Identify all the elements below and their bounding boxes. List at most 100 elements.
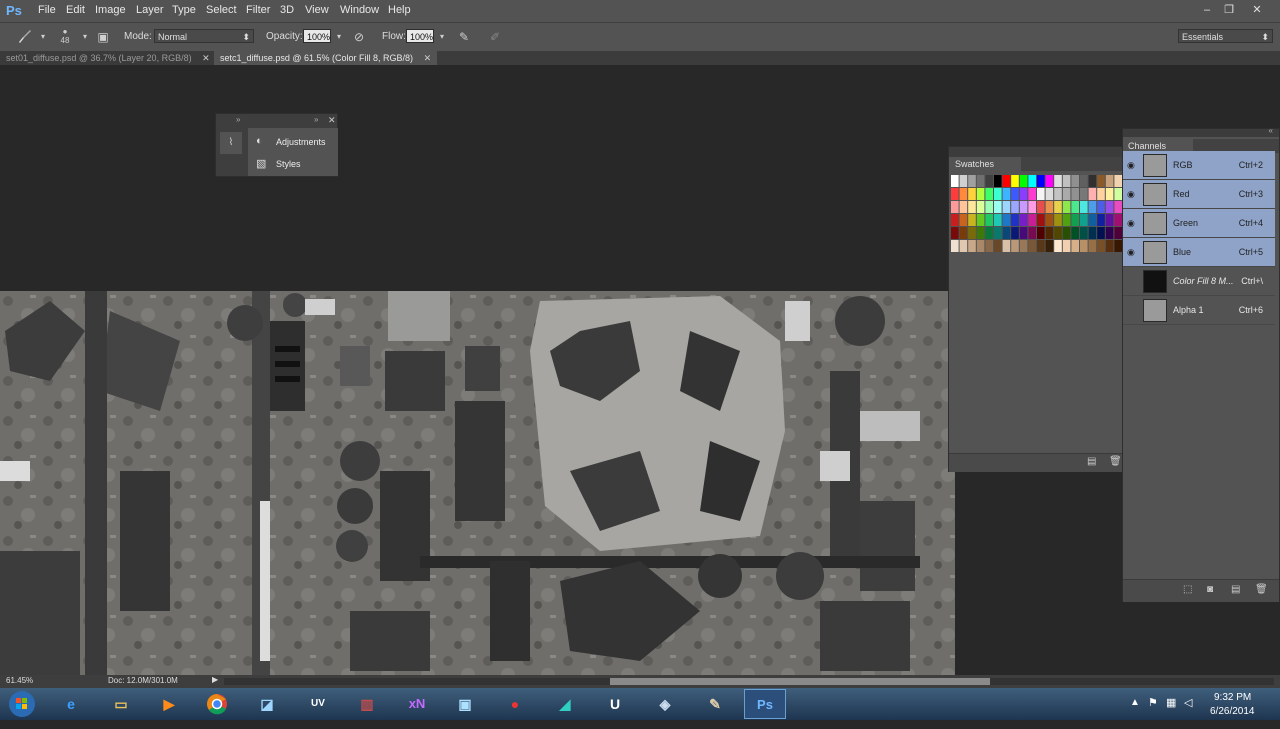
winrar-icon[interactable]: ▥ bbox=[346, 689, 388, 719]
swatch-cell[interactable] bbox=[951, 240, 959, 252]
collapse-icon[interactable]: « bbox=[1269, 126, 1273, 135]
network-icon[interactable]: ▦ bbox=[1166, 696, 1176, 709]
workspace-select[interactable]: Essentials ⬍ bbox=[1178, 29, 1273, 43]
swatch-cell[interactable] bbox=[976, 227, 985, 239]
swatch-cell[interactable] bbox=[994, 188, 1002, 200]
swatch-cell[interactable] bbox=[1071, 201, 1079, 213]
swatch-cell[interactable] bbox=[1062, 201, 1071, 213]
swatch-cell[interactable] bbox=[1097, 227, 1105, 239]
swatch-cell[interactable] bbox=[1011, 201, 1019, 213]
utility-icon[interactable]: ✎ bbox=[694, 689, 736, 719]
airbrush-icon[interactable]: ✎ bbox=[455, 28, 473, 46]
swatch-cell[interactable] bbox=[1080, 227, 1088, 239]
swatch-cell[interactable] bbox=[1080, 201, 1088, 213]
swatch-cell[interactable] bbox=[951, 227, 959, 239]
restore-button[interactable]: ❐ bbox=[1218, 1, 1240, 19]
menu-filter[interactable]: Filter bbox=[246, 4, 270, 16]
swatch-cell[interactable] bbox=[1071, 175, 1079, 187]
swatch-cell[interactable] bbox=[976, 175, 985, 187]
unreal-engine-icon[interactable]: U bbox=[594, 689, 636, 719]
menu-image[interactable]: Image bbox=[95, 4, 126, 16]
menu-layer[interactable]: Layer bbox=[136, 4, 164, 16]
swatch-cell[interactable] bbox=[994, 240, 1002, 252]
swatch-cell[interactable] bbox=[1071, 227, 1079, 239]
swatch-cell[interactable] bbox=[1045, 227, 1054, 239]
swatch-cell[interactable] bbox=[959, 240, 968, 252]
swatch-cell[interactable] bbox=[1037, 227, 1045, 239]
swatch-cell[interactable] bbox=[959, 201, 968, 213]
scrollbar-thumb[interactable] bbox=[610, 678, 990, 685]
tab-set01-diffuse[interactable]: set01_diffuse.psd @ 36.7% (Layer 20, RGB… bbox=[0, 51, 216, 65]
swatch-grid[interactable] bbox=[951, 175, 1123, 257]
swatch-cell[interactable] bbox=[994, 175, 1002, 187]
swatch-cell[interactable] bbox=[1011, 227, 1019, 239]
brush-panel-toggle-icon[interactable]: ▣ bbox=[94, 28, 112, 46]
swatch-cell[interactable] bbox=[1114, 175, 1122, 187]
swatch-cell[interactable] bbox=[1114, 240, 1122, 252]
swatch-cell[interactable] bbox=[1011, 240, 1019, 252]
swatch-cell[interactable] bbox=[1045, 201, 1054, 213]
swatch-cell[interactable] bbox=[1019, 201, 1028, 213]
menu-view[interactable]: View bbox=[305, 4, 329, 16]
swatch-cell[interactable] bbox=[1062, 188, 1071, 200]
channel-row-alpha1[interactable]: Alpha 1 Ctrl+6 bbox=[1123, 296, 1275, 325]
swatch-cell[interactable] bbox=[1045, 188, 1054, 200]
histogram-icon[interactable]: ⌇ bbox=[220, 132, 242, 154]
swatch-cell[interactable] bbox=[976, 201, 985, 213]
swatch-cell[interactable] bbox=[1080, 188, 1088, 200]
swatch-cell[interactable] bbox=[1002, 214, 1011, 226]
volume-icon[interactable]: ◁ bbox=[1184, 696, 1192, 709]
swatch-cell[interactable] bbox=[959, 175, 968, 187]
swatch-cell[interactable] bbox=[951, 188, 959, 200]
close-button[interactable]: ✕ bbox=[1246, 1, 1268, 19]
swatch-cell[interactable] bbox=[968, 175, 976, 187]
swatch-cell[interactable] bbox=[951, 201, 959, 213]
trash-icon[interactable]: 🗑 bbox=[1255, 584, 1268, 595]
swatch-cell[interactable] bbox=[1054, 188, 1062, 200]
menu-type[interactable]: Type bbox=[172, 4, 196, 16]
notepad-icon[interactable]: ◪ bbox=[246, 689, 288, 719]
swatch-cell[interactable] bbox=[1105, 201, 1114, 213]
opacity-field[interactable]: 100% bbox=[303, 29, 331, 43]
swatch-cell[interactable] bbox=[1054, 175, 1062, 187]
eye-icon[interactable]: ◉ bbox=[1127, 189, 1135, 200]
brush-preset-picker[interactable]: ● 48 bbox=[56, 27, 74, 45]
swatch-cell[interactable] bbox=[1071, 188, 1079, 200]
swatch-cell[interactable] bbox=[1080, 175, 1088, 187]
swatch-cell[interactable] bbox=[1071, 240, 1079, 252]
styles-item[interactable]: ▧ Styles bbox=[254, 156, 338, 172]
internet-explorer-icon[interactable]: e bbox=[50, 689, 92, 719]
swatch-cell[interactable] bbox=[1019, 227, 1028, 239]
clock-date[interactable]: 6/26/2014 bbox=[1210, 706, 1255, 717]
swatch-cell[interactable] bbox=[985, 188, 993, 200]
swatch-cell[interactable] bbox=[968, 214, 976, 226]
menu-3d[interactable]: 3D bbox=[280, 4, 294, 16]
swatch-cell[interactable] bbox=[1071, 214, 1079, 226]
swatch-cell[interactable] bbox=[1097, 175, 1105, 187]
photoshop-taskbar-icon[interactable]: Ps bbox=[744, 689, 786, 719]
swatch-cell[interactable] bbox=[1114, 201, 1122, 213]
swatch-cell[interactable] bbox=[1037, 188, 1045, 200]
clock-time[interactable]: 9:32 PM bbox=[1214, 692, 1251, 703]
new-swatch-icon[interactable]: ▤ bbox=[1087, 456, 1096, 467]
media-player-icon[interactable]: ▶ bbox=[148, 689, 190, 719]
swatch-cell[interactable] bbox=[1002, 227, 1011, 239]
blender-icon[interactable]: ● bbox=[494, 689, 536, 719]
adjustments-item[interactable]: ◐ Adjustments bbox=[254, 134, 338, 150]
swatch-cell[interactable] bbox=[1019, 188, 1028, 200]
chevron-down-icon[interactable]: ▾ bbox=[330, 28, 348, 46]
swatch-cell[interactable] bbox=[1002, 188, 1011, 200]
swatch-cell[interactable] bbox=[985, 175, 993, 187]
swatch-cell[interactable] bbox=[1088, 201, 1097, 213]
zoom-level[interactable]: 61.45% bbox=[6, 676, 33, 685]
swatch-cell[interactable] bbox=[976, 240, 985, 252]
ue-editor-icon[interactable]: ◈ bbox=[644, 689, 686, 719]
swatch-cell[interactable] bbox=[1054, 214, 1062, 226]
3ds-max-icon[interactable]: ◢ bbox=[544, 689, 586, 719]
swatch-cell[interactable] bbox=[1011, 214, 1019, 226]
swatch-cell[interactable] bbox=[994, 227, 1002, 239]
swatch-cell[interactable] bbox=[951, 175, 959, 187]
swatch-cell[interactable] bbox=[1002, 175, 1011, 187]
chrome-icon[interactable] bbox=[196, 689, 238, 719]
swatch-cell[interactable] bbox=[1105, 214, 1114, 226]
